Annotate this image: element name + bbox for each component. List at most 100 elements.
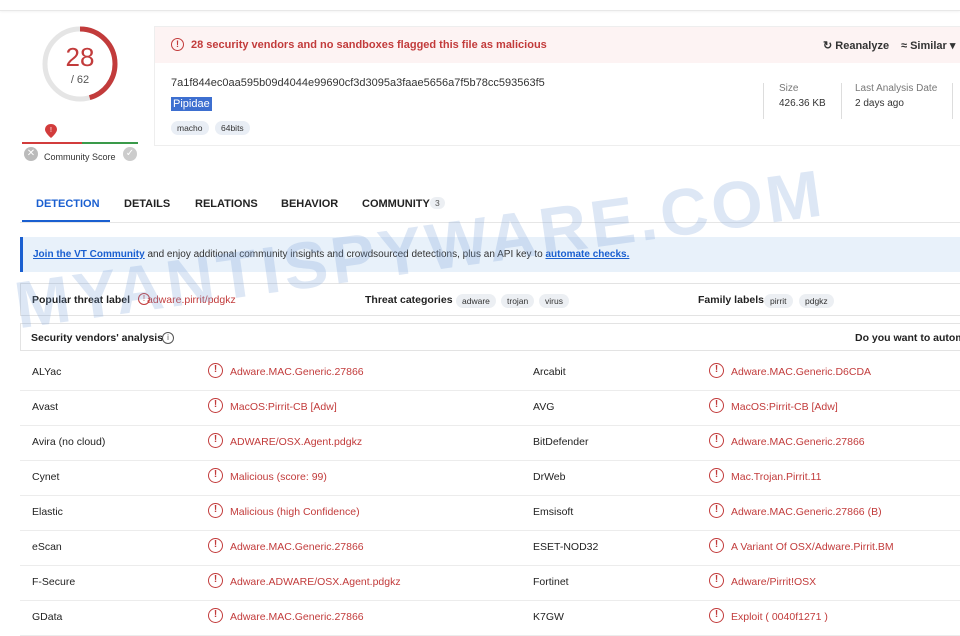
automate-checks-link[interactable]: automate checks.: [545, 249, 629, 260]
banner-message: and enjoy additional community insights …: [144, 249, 546, 260]
last-analysis-label: Last Analysis Date: [855, 83, 938, 94]
vendor-result: Adware.MAC.Generic.27866: [230, 366, 364, 378]
vendor-result: Adware.MAC.Generic.27866 (B): [731, 506, 882, 518]
alert-text: 28 security vendors and no sandboxes fla…: [191, 39, 547, 51]
chevron-down-icon: ▾: [946, 40, 956, 52]
table-row: Avast ! MacOS:Pirrit-CB [Adw] AVG ! MacO…: [20, 390, 960, 426]
warning-icon: !: [709, 363, 724, 378]
vendor-result: Adware.MAC.Generic.27866: [230, 541, 364, 553]
vendor-name: GData: [32, 611, 63, 623]
similar-label: Similar: [910, 40, 947, 52]
table-row: Avira (no cloud) ! ADWARE/OSX.Agent.pdgk…: [20, 425, 960, 461]
vendor-result: Adware.ADWARE/OSX.Agent.pdgkz: [230, 576, 401, 588]
vendor-result: Adware.MAC.Generic.27866: [731, 436, 865, 448]
vendor-name: Emsisoft: [533, 506, 574, 518]
family-label[interactable]: pdgkz: [799, 294, 834, 308]
threat-category[interactable]: trojan: [501, 294, 535, 308]
threat-summary: Popular threat label ! adware.pirrit/pdg…: [20, 283, 960, 316]
tab-detection[interactable]: DETECTION: [36, 198, 100, 210]
vendor-name: Fortinet: [533, 576, 569, 588]
warning-icon: !: [208, 503, 223, 518]
vendor-name: Cynet: [32, 471, 60, 483]
warning-icon: !: [208, 398, 223, 413]
table-row: eScan ! Adware.MAC.Generic.27866 ESET-NO…: [20, 530, 960, 566]
vendor-result: MacOS:Pirrit-CB [Adw]: [230, 401, 337, 413]
warning-icon: !: [709, 608, 724, 623]
table-row: F-Secure ! Adware.ADWARE/OSX.Agent.pdgkz…: [20, 565, 960, 601]
vendor-result: Adware/Pirrit!OSX: [731, 576, 817, 588]
similar-button[interactable]: ≈ Similar ▾: [901, 39, 955, 52]
reanalyze-button[interactable]: ↻ Reanalyze: [823, 39, 889, 52]
table-row: Cynet ! Malicious (score: 99) DrWeb ! Ma…: [20, 460, 960, 496]
tabs-divider: [20, 222, 960, 223]
location-marker-icon: !: [45, 124, 57, 138]
vendor-name: Avira (no cloud): [32, 436, 106, 448]
warning-icon: !: [709, 468, 724, 483]
vendor-name: eScan: [32, 541, 62, 553]
family-label[interactable]: pirrit: [764, 294, 793, 308]
tab-relations[interactable]: RELATIONS: [195, 198, 258, 210]
vendor-name: DrWeb: [533, 471, 566, 483]
warning-icon: !: [208, 608, 223, 623]
vendors-header: Security vendors' analysis i Do you want…: [20, 323, 960, 351]
threat-category[interactable]: virus: [539, 294, 569, 308]
warning-icon: !: [709, 573, 724, 588]
table-row: ALYac ! Adware.MAC.Generic.27866 Arcabit…: [20, 355, 960, 391]
meta-divider: [763, 83, 764, 119]
warning-icon: !: [709, 538, 724, 553]
alert-icon: !: [171, 38, 184, 51]
svg-text:!: !: [50, 127, 52, 134]
vendor-name: K7GW: [533, 611, 564, 623]
vendor-name: ESET-NOD32: [533, 541, 599, 553]
top-bar: [0, 0, 960, 11]
vendor-result: Adware.MAC.Generic.D6CDA: [731, 366, 872, 378]
reanalyze-icon: ↻: [823, 40, 836, 52]
file-tag[interactable]: 64bits: [215, 121, 250, 135]
table-row: GData ! Adware.MAC.Generic.27866 K7GW ! …: [20, 600, 960, 636]
community-banner: Join the VT Community and enjoy addition…: [20, 237, 960, 272]
tab-behavior[interactable]: BEHAVIOR: [281, 198, 338, 210]
threat-categories-label: Threat categories: [365, 294, 453, 306]
vendor-result: ADWARE/OSX.Agent.pdgkz: [230, 436, 363, 448]
reanalyze-label: Reanalyze: [835, 40, 890, 52]
vote-harmful-icon[interactable]: ✕: [24, 147, 38, 161]
file-hash[interactable]: 7a1f844ec0aa595b09d4044e99690cf3d3095a3f…: [171, 77, 545, 89]
community-score-label: Community Score: [44, 152, 116, 162]
malicious-alert: ! 28 security vendors and no sandboxes f…: [155, 27, 960, 63]
file-name[interactable]: Pipidae: [171, 97, 212, 111]
vote-harmless-icon[interactable]: ✓: [123, 147, 137, 161]
info-icon[interactable]: i: [162, 332, 174, 344]
meta-divider: [952, 83, 953, 119]
score-total: / 62: [70, 74, 90, 86]
join-community-link[interactable]: Join the VT Community: [33, 249, 145, 260]
vendor-result: MacOS:Pirrit-CB [Adw]: [731, 401, 838, 413]
meta-divider: [841, 83, 842, 119]
vendor-result: Mac.Trojan.Pirrit.11: [731, 471, 822, 483]
size-value: 426.36 KB: [779, 98, 826, 109]
vendor-result: Adware.MAC.Generic.27866: [230, 611, 364, 623]
tab-community[interactable]: COMMUNITY: [362, 198, 430, 210]
vendor-result: Malicious (score: 99): [230, 471, 327, 483]
tab-details[interactable]: DETAILS: [124, 198, 170, 210]
warning-icon: !: [208, 433, 223, 448]
vendors-title: Security vendors' analysis: [31, 332, 164, 344]
warning-icon: !: [709, 503, 724, 518]
community-score: ! ✕ Community Score ✓: [20, 120, 140, 165]
vendor-name: BitDefender: [533, 436, 589, 448]
warning-icon: !: [208, 573, 223, 588]
table-row: Elastic ! Malicious (high Confidence) Em…: [20, 495, 960, 531]
warning-icon: !: [208, 363, 223, 378]
vendor-result: A Variant Of OSX/Adware.Pirrit.BM: [731, 541, 894, 553]
file-summary-card: ! 28 security vendors and no sandboxes f…: [154, 26, 960, 146]
warning-icon: !: [709, 433, 724, 448]
warning-icon: !: [208, 538, 223, 553]
warning-icon: !: [208, 468, 223, 483]
vendor-result: Exploit ( 0040f1271 ): [731, 611, 828, 623]
vendor-name: AVG: [533, 401, 555, 413]
similar-icon: ≈: [901, 40, 911, 52]
community-bar-positive: [82, 142, 138, 144]
threat-category[interactable]: adware: [456, 294, 496, 308]
automate-prompt: Do you want to automa: [855, 332, 960, 344]
file-tag[interactable]: macho: [171, 121, 209, 135]
popular-threat-value[interactable]: adware.pirrit/pdgkz: [147, 294, 236, 306]
